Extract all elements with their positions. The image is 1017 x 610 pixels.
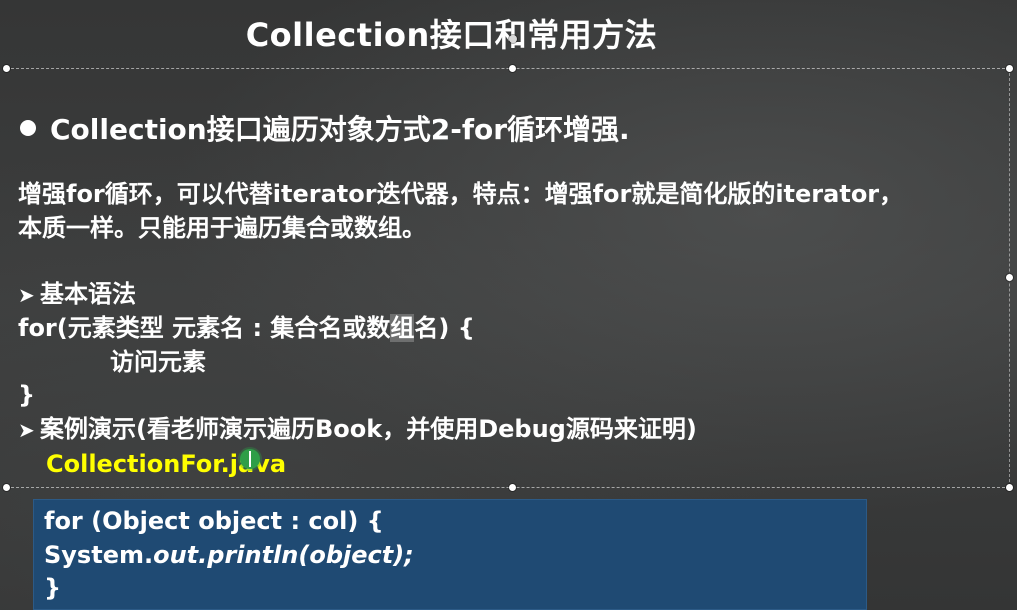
slide-title: Collection接口和常用方法 [245, 16, 658, 54]
syntax-heading: ➤ 基本语法 [18, 277, 136, 312]
code-block: for (Object object : col) { System.out.p… [33, 499, 867, 610]
code-line-2-italic: out.println(object); [153, 541, 414, 569]
resize-handle-top-left[interactable] [3, 65, 10, 72]
syntax-line-2: 访问元素 [110, 348, 206, 376]
selection-frame-bottom [6, 487, 1010, 488]
demo-heading-text: 案例演示(看老师演示遍历Book，并使用Debug源码来证明) [40, 415, 697, 443]
syntax-line-3: } [18, 381, 36, 409]
bullet-heading: Collection接口遍历对象方式2-for循环增强. [20, 108, 630, 148]
description-paragraph: 增强for循环，可以代替iterator迭代器，特点：增强for就是简化版的it… [18, 177, 1008, 245]
description-line-1: 增强for循环，可以代替iterator迭代器，特点：增强for就是简化版的it… [18, 180, 904, 208]
syntax-line-1-post: 名) { [414, 314, 475, 342]
resize-handle-bottom-center[interactable] [509, 484, 516, 491]
code-line-1: for (Object object : col) { [44, 507, 384, 535]
resize-handle-top-center[interactable] [509, 65, 516, 72]
demo-heading: ➤ 案例演示(看老师演示遍历Book，并使用Debug源码来证明) [18, 412, 697, 447]
resize-handle-top-right[interactable] [1006, 65, 1013, 72]
bullet-heading-text: Collection接口遍历对象方式2-for循环增强. [50, 113, 630, 146]
code-line-3: } [44, 574, 62, 602]
syntax-line-1-pre: for(元素类型 元素名 : 集合名或数 [18, 314, 391, 342]
code-line-2-plain: System. [44, 541, 154, 569]
arrow-head-bullet-icon: ➤ [18, 418, 35, 442]
syntax-line-1: for(元素类型 元素名 : 集合名或数组名) { [18, 311, 475, 345]
syntax-heading-text: 基本语法 [40, 280, 136, 308]
code-line-2: System.out.println(object); [44, 539, 414, 572]
selection-frame-top [6, 68, 1010, 69]
arrow-head-bullet-icon: ➤ [18, 283, 35, 307]
ibeam-cursor-icon [249, 451, 251, 467]
description-line-2: 本质一样。只能用于遍历集合或数组。 [18, 214, 426, 242]
rotate-handle[interactable] [509, 35, 517, 43]
resize-handle-bottom-left[interactable] [3, 484, 10, 491]
resize-handle-bottom-right[interactable] [1006, 484, 1013, 491]
filled-circle-bullet-icon [20, 120, 36, 136]
resize-handle-middle-right[interactable] [1006, 274, 1013, 281]
syntax-line-1-highlight: 组 [390, 314, 415, 342]
